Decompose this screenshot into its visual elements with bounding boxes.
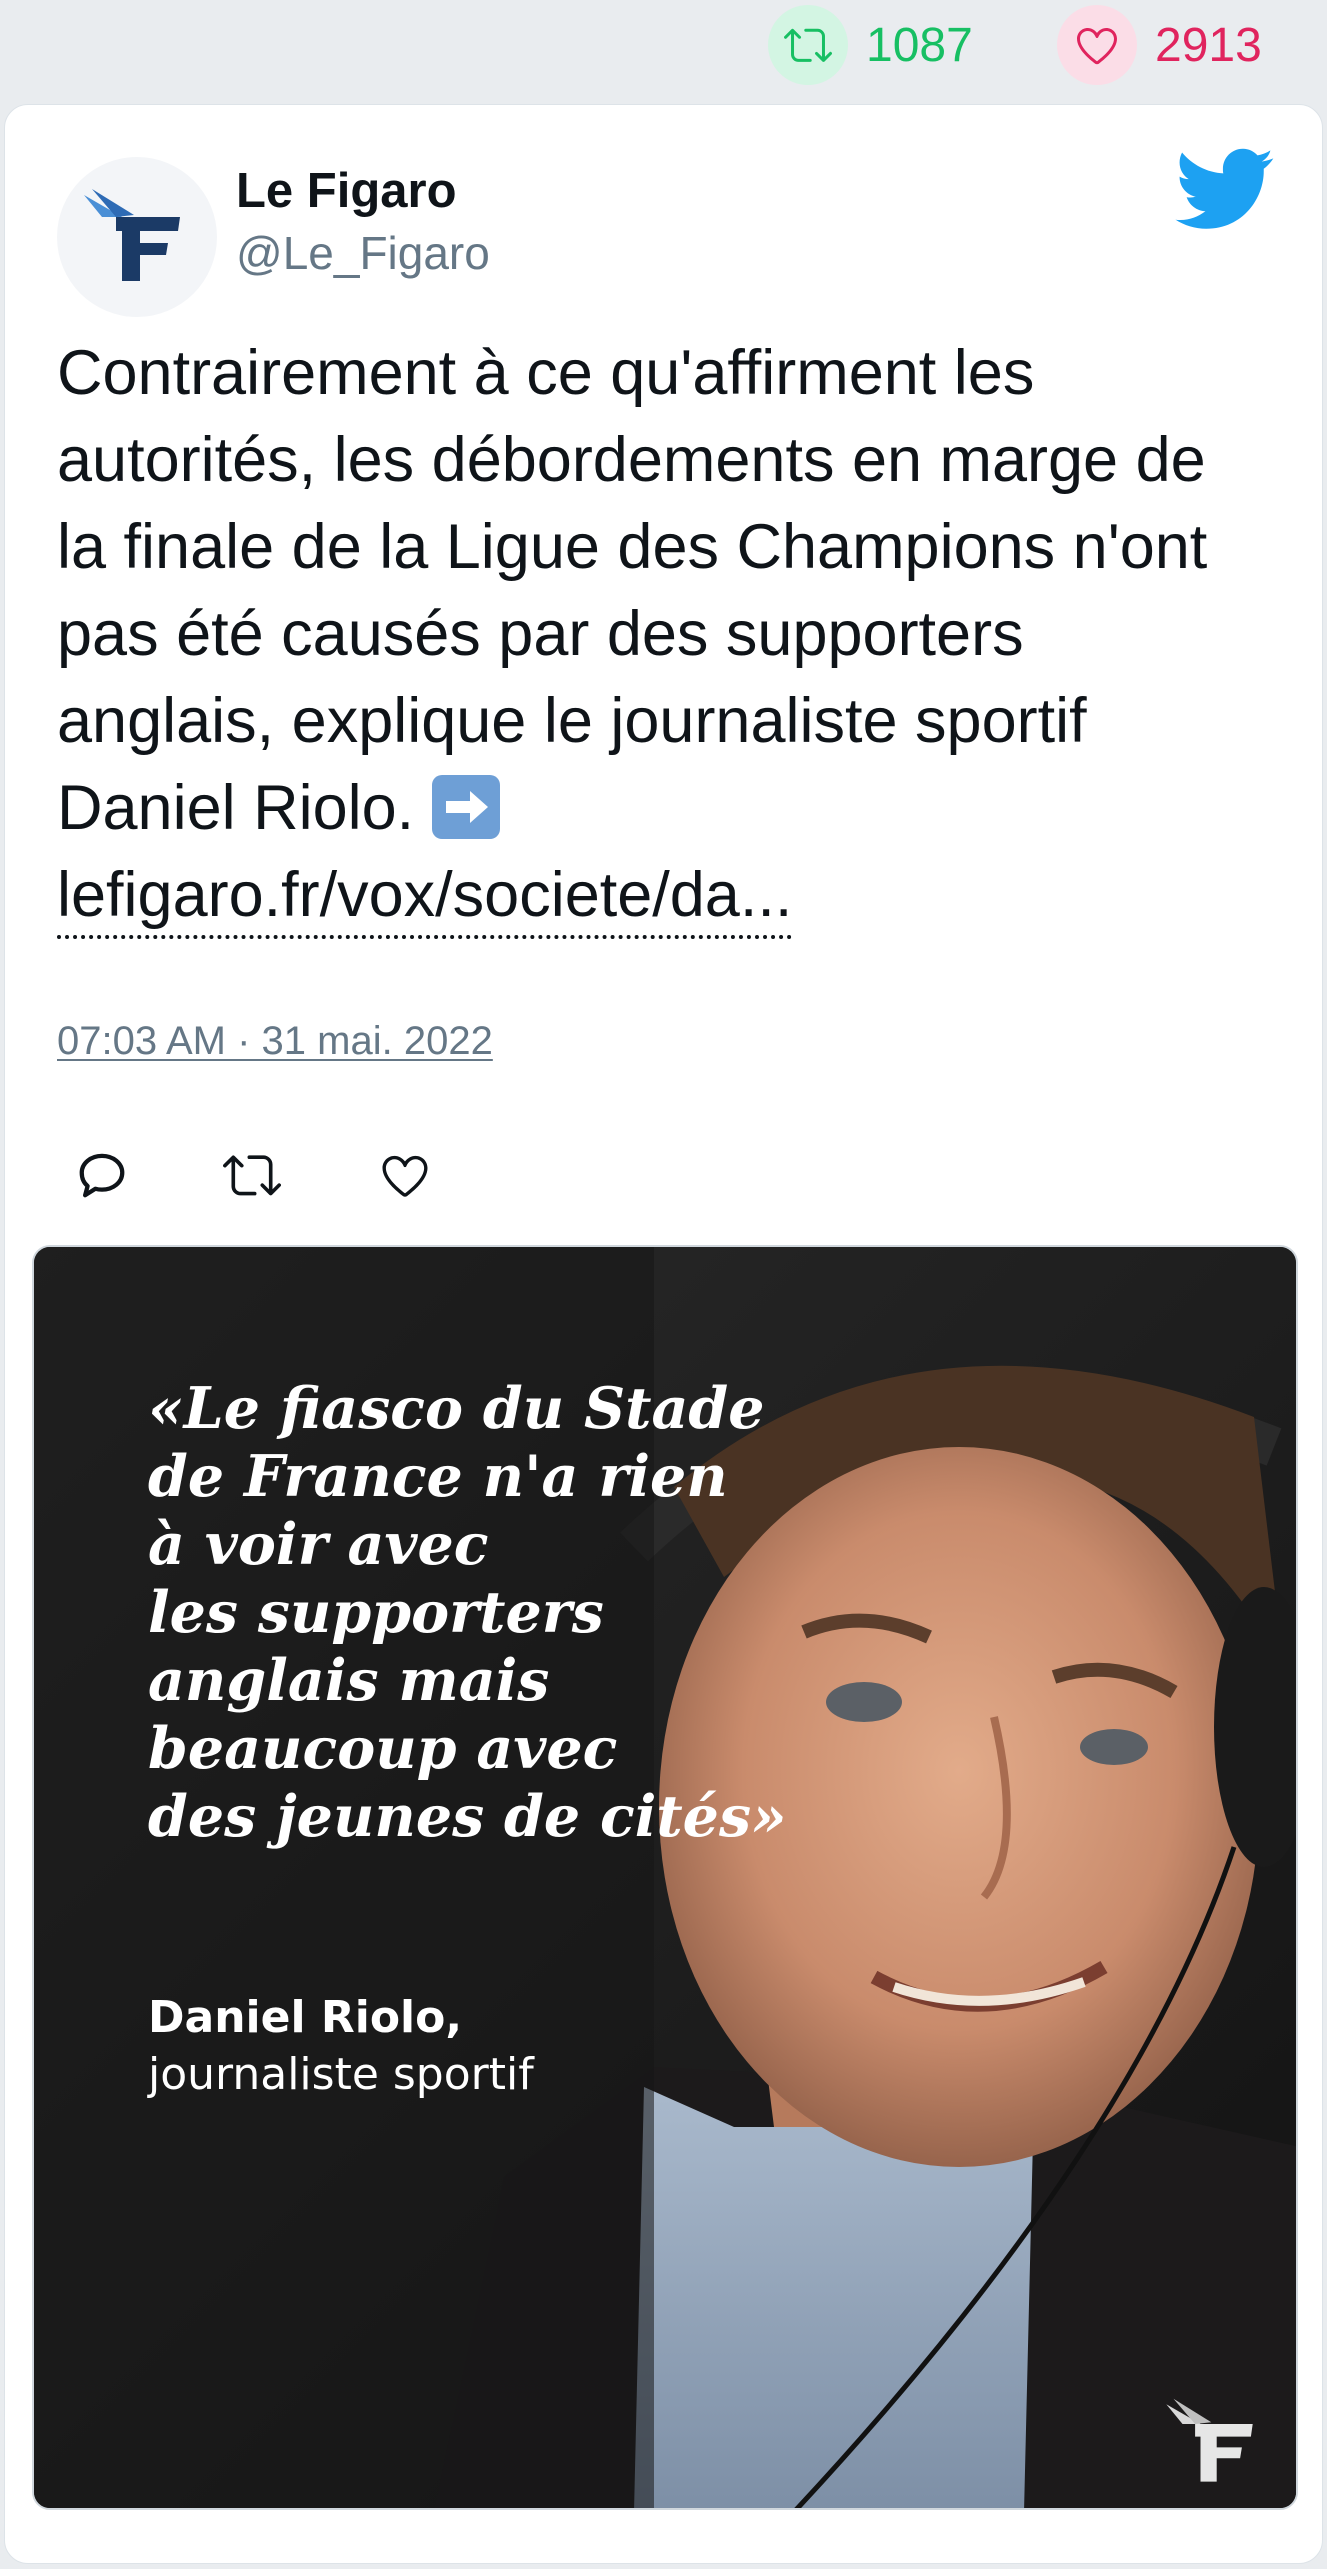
like-action-icon[interactable]: [370, 1140, 440, 1210]
speaker-role: journaliste sportif: [148, 2049, 534, 2100]
retweet-count-stat[interactable]: 1087: [768, 5, 973, 85]
author-name[interactable]: Le Figaro: [236, 163, 457, 219]
tweet-text-line: pas été causés par des supporters: [57, 599, 1024, 669]
author-handle[interactable]: @Le_Figaro: [236, 226, 490, 280]
tweet-card: Le Figaro @Le_Figaro Contrairement à ce …: [4, 104, 1323, 2564]
tweet-text: Contrairement à ce qu'affirment les auto…: [57, 330, 1297, 939]
like-count: 2913: [1155, 18, 1262, 72]
tweet-text-line: Daniel Riolo.: [57, 773, 415, 843]
tweet-text-line: la finale de la Ligue des Champions n'on…: [57, 512, 1208, 582]
quote-line: «Le fiasco du Stade: [148, 1375, 765, 1442]
tweet-timestamp[interactable]: 07:03 AM · 31 mai. 2022: [57, 1019, 493, 1064]
tweet-text-line: autorités, les débordements en marge de: [57, 425, 1206, 495]
tweet-text-line: Contrairement à ce qu'affirment les: [57, 338, 1035, 408]
quote-line: anglais mais: [148, 1647, 550, 1714]
like-count-stat[interactable]: 2913: [1057, 5, 1262, 85]
le-figaro-watermark-icon: [1166, 2398, 1253, 2482]
article-link[interactable]: lefigaro.fr/vox/societe/da...: [57, 855, 793, 939]
avatar[interactable]: [57, 157, 217, 317]
tweet-text-line: anglais, explique le journaliste sportif: [57, 686, 1087, 756]
twitter-bird-icon[interactable]: [1175, 145, 1275, 235]
quote-line: des jeunes de cités»: [148, 1783, 787, 1850]
reply-icon[interactable]: [67, 1140, 137, 1210]
image-quote: «Le fiasco du Stade de France n'a rien à…: [148, 1375, 788, 1851]
tweet-text-line-with-emoji: Daniel Riolo.: [57, 765, 1297, 852]
retweet-action-icon[interactable]: [217, 1140, 287, 1210]
retweet-count: 1087: [866, 18, 973, 72]
le-figaro-logo-icon: [84, 189, 180, 281]
quote-line: les supporters: [148, 1579, 604, 1646]
speaker-name: Daniel Riolo,: [148, 1992, 463, 2043]
quote-line: de France n'a rien: [148, 1443, 728, 1510]
heart-icon[interactable]: [1057, 5, 1137, 85]
quote-line: beaucoup avec: [148, 1715, 618, 1782]
quote-line: à voir avec: [148, 1511, 489, 1578]
right-arrow-emoji-icon: [431, 775, 500, 839]
retweet-icon[interactable]: [768, 5, 848, 85]
tweet-media-image[interactable]: «Le fiasco du Stade de France n'a rien à…: [32, 1245, 1298, 2510]
tweet-stats-bar: 1087 2913: [0, 0, 1327, 96]
